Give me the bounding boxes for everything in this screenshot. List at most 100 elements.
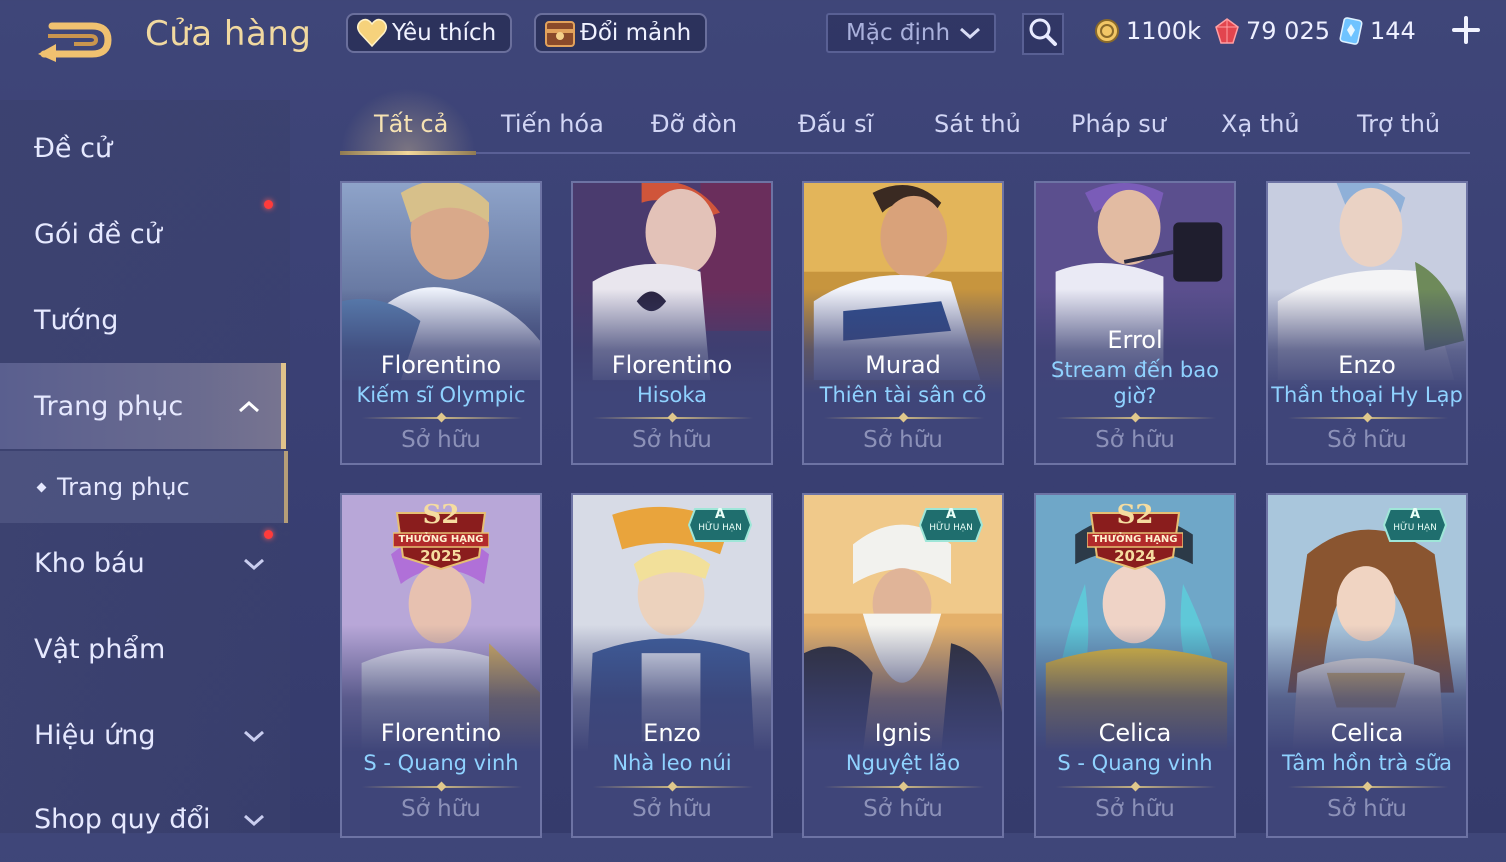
notification-dot <box>264 200 273 209</box>
heart-icon <box>354 15 390 51</box>
tab-all[interactable]: Tất cả <box>374 110 448 138</box>
badge-limited: HỮU HẠN <box>698 523 742 533</box>
skin-name: Hisoka <box>636 383 708 407</box>
hero-name: Celica <box>1330 719 1404 747</box>
sidebar-item-label: Vật phẩm <box>34 633 166 665</box>
chevron-down-icon <box>242 722 266 753</box>
badge-season: S2 <box>1116 500 1154 530</box>
sidebar-subitem-skins[interactable]: Trang phục <box>0 451 288 523</box>
badge-title: THƯỞNG HẠNG <box>1092 534 1178 545</box>
chevron-down-icon <box>242 550 266 581</box>
skin-card[interactable]: Florentino Kiếm sĩ Olympic Sở hữu <box>340 181 542 465</box>
treasure-chest-icon <box>542 15 578 51</box>
hero-name: Florentino <box>380 351 502 379</box>
bullet-diamond-icon <box>36 482 47 492</box>
top-bar: Cửa hàng Yêu thích Đổi mảnh Mặc định 110… <box>0 0 1506 80</box>
badge-title: THƯỞNG HẠNG <box>398 534 484 545</box>
badge-tier: A <box>714 507 726 522</box>
hero-name: Errol <box>1107 326 1163 354</box>
voucher-balance: 79 025 <box>1214 14 1330 48</box>
skin-name: Tâm hồn trà sữa <box>1281 751 1453 775</box>
badge-limited: HỮU HẠN <box>1393 523 1437 533</box>
sidebar-item-exchange-shop[interactable]: Shop quy đổi <box>0 776 286 862</box>
skin-card[interactable]: A HỮU HẠN Enzo Nhà leo núi Sở hữu <box>571 493 773 838</box>
hero-name: Celica <box>1098 719 1172 747</box>
chevron-up-icon <box>237 393 261 424</box>
sidebar-item-heroes[interactable]: Tướng <box>0 277 286 363</box>
gold-balance: 1100k <box>1094 14 1201 48</box>
skin-name: S - Quang vinh <box>363 751 519 775</box>
badge-year: 2025 <box>420 547 462 565</box>
hero-name: Murad <box>865 351 941 379</box>
tab-fighter[interactable]: Đấu sĩ <box>798 110 873 138</box>
favorites-button[interactable]: Yêu thích <box>346 13 513 53</box>
hero-name: Florentino <box>611 351 733 379</box>
skin-card[interactable]: S2 THƯỞNG HẠNG 2025 Florentino S - Quang… <box>340 493 542 838</box>
skin-card[interactable]: Enzo Thần thoại Hy Lạp Sở hữu <box>1266 181 1468 465</box>
skin-card[interactable]: S2 THƯỞNG HẠNG 2024 Celica S - Quang vin… <box>1034 493 1236 838</box>
hero-name: Ignis <box>874 719 932 747</box>
exchange-shards-label: Đổi mảnh <box>580 20 692 46</box>
add-currency-icon[interactable] <box>1448 12 1484 48</box>
tab-underline <box>340 151 476 155</box>
sidebar-item-recommended-bundles[interactable]: Gói đề cử <box>0 191 286 277</box>
favorites-label: Yêu thích <box>392 20 497 46</box>
sort-label: Mặc định <box>846 20 951 46</box>
owned-status: Sở hữu <box>1327 427 1407 453</box>
gold-coin-icon <box>1094 18 1120 44</box>
tab-support[interactable]: Trợ thủ <box>1357 110 1440 138</box>
tab-mage[interactable]: Pháp sư <box>1071 110 1166 138</box>
skin-card[interactable]: Murad Thiên tài sân cỏ Sở hữu <box>802 181 1004 465</box>
owned-status: Sở hữu <box>632 427 712 453</box>
owned-status: Sở hữu <box>401 796 481 822</box>
chevron-down-icon <box>958 23 982 49</box>
skin-card[interactable]: Florentino Hisoka Sở hữu <box>571 181 773 465</box>
hero-name: Enzo <box>1338 351 1396 379</box>
sidebar-subitem-label: Trang phục <box>57 473 190 501</box>
sidebar-item-effects[interactable]: Hiệu ứng <box>0 692 286 778</box>
sidebar-item-label: Kho báu <box>34 547 145 579</box>
skin-card[interactable]: Errol Stream đến bao giờ? Sở hữu <box>1034 181 1236 465</box>
badge-limited: HỮU HẠN <box>929 523 973 533</box>
sidebar-item-label: Trang phục <box>34 390 184 422</box>
sidebar-item-label: Shop quy đổi <box>34 803 211 835</box>
sidebar-item-skins[interactable]: Trang phục <box>0 363 286 449</box>
sort-dropdown[interactable]: Mặc định <box>826 13 996 53</box>
tab-marksman[interactable]: Xạ thủ <box>1221 110 1300 138</box>
voucher-value: 79 025 <box>1246 17 1330 45</box>
skin-name: Stream đến bao giờ? <box>1051 358 1219 408</box>
tab-assassin[interactable]: Sát thủ <box>934 110 1021 138</box>
sidebar-item-treasure[interactable]: Kho báu <box>0 520 286 606</box>
skin-name: Kiếm sĩ Olympic <box>356 383 526 407</box>
skin-card[interactable]: A HỮU HẠN Celica Tâm hồn trà sữa Sở hữu <box>1266 493 1468 838</box>
hero-name: Florentino <box>380 719 502 747</box>
gold-value: 1100k <box>1126 17 1201 45</box>
sidebar-item-label: Đề cử <box>34 132 113 164</box>
skin-name: Thần thoại Hy Lạp <box>1271 383 1463 407</box>
page-title: Cửa hàng <box>145 14 312 54</box>
hero-name: Enzo <box>643 719 701 747</box>
owned-status: Sở hữu <box>1327 796 1407 822</box>
sidebar-item-items[interactable]: Vật phẩm <box>0 606 286 692</box>
diamond-card-icon <box>1338 17 1364 45</box>
role-tabs: Tất cả Tiến hóa Đỡ đòn Đấu sĩ Sát thủ Ph… <box>340 88 1470 155</box>
chevron-down-icon <box>242 806 266 837</box>
sidebar-item-label: Hiệu ứng <box>34 719 156 751</box>
owned-status: Sở hữu <box>1095 796 1175 822</box>
back-arrow-icon[interactable] <box>34 18 114 62</box>
owned-status: Sở hữu <box>863 796 943 822</box>
owned-status: Sở hữu <box>632 796 712 822</box>
tab-evolution[interactable]: Tiến hóa <box>501 110 604 138</box>
owned-status: Sở hữu <box>1095 427 1175 453</box>
sidebar-item-label: Tướng <box>34 304 119 336</box>
red-gem-icon <box>1214 17 1240 45</box>
sidebar-item-recommended[interactable]: Đề cử <box>0 105 286 191</box>
badge-season: S2 <box>422 500 460 530</box>
search-icon <box>1028 17 1058 51</box>
skin-name: S - Quang vinh <box>1057 751 1213 775</box>
tab-tank[interactable]: Đỡ đòn <box>651 110 737 138</box>
skin-name: Nguyệt lão <box>845 751 961 775</box>
search-button[interactable] <box>1022 13 1064 55</box>
skin-card[interactable]: A HỮU HẠN Ignis Nguyệt lão Sở hữu <box>802 493 1004 838</box>
exchange-shards-button[interactable]: Đổi mảnh <box>534 13 708 53</box>
